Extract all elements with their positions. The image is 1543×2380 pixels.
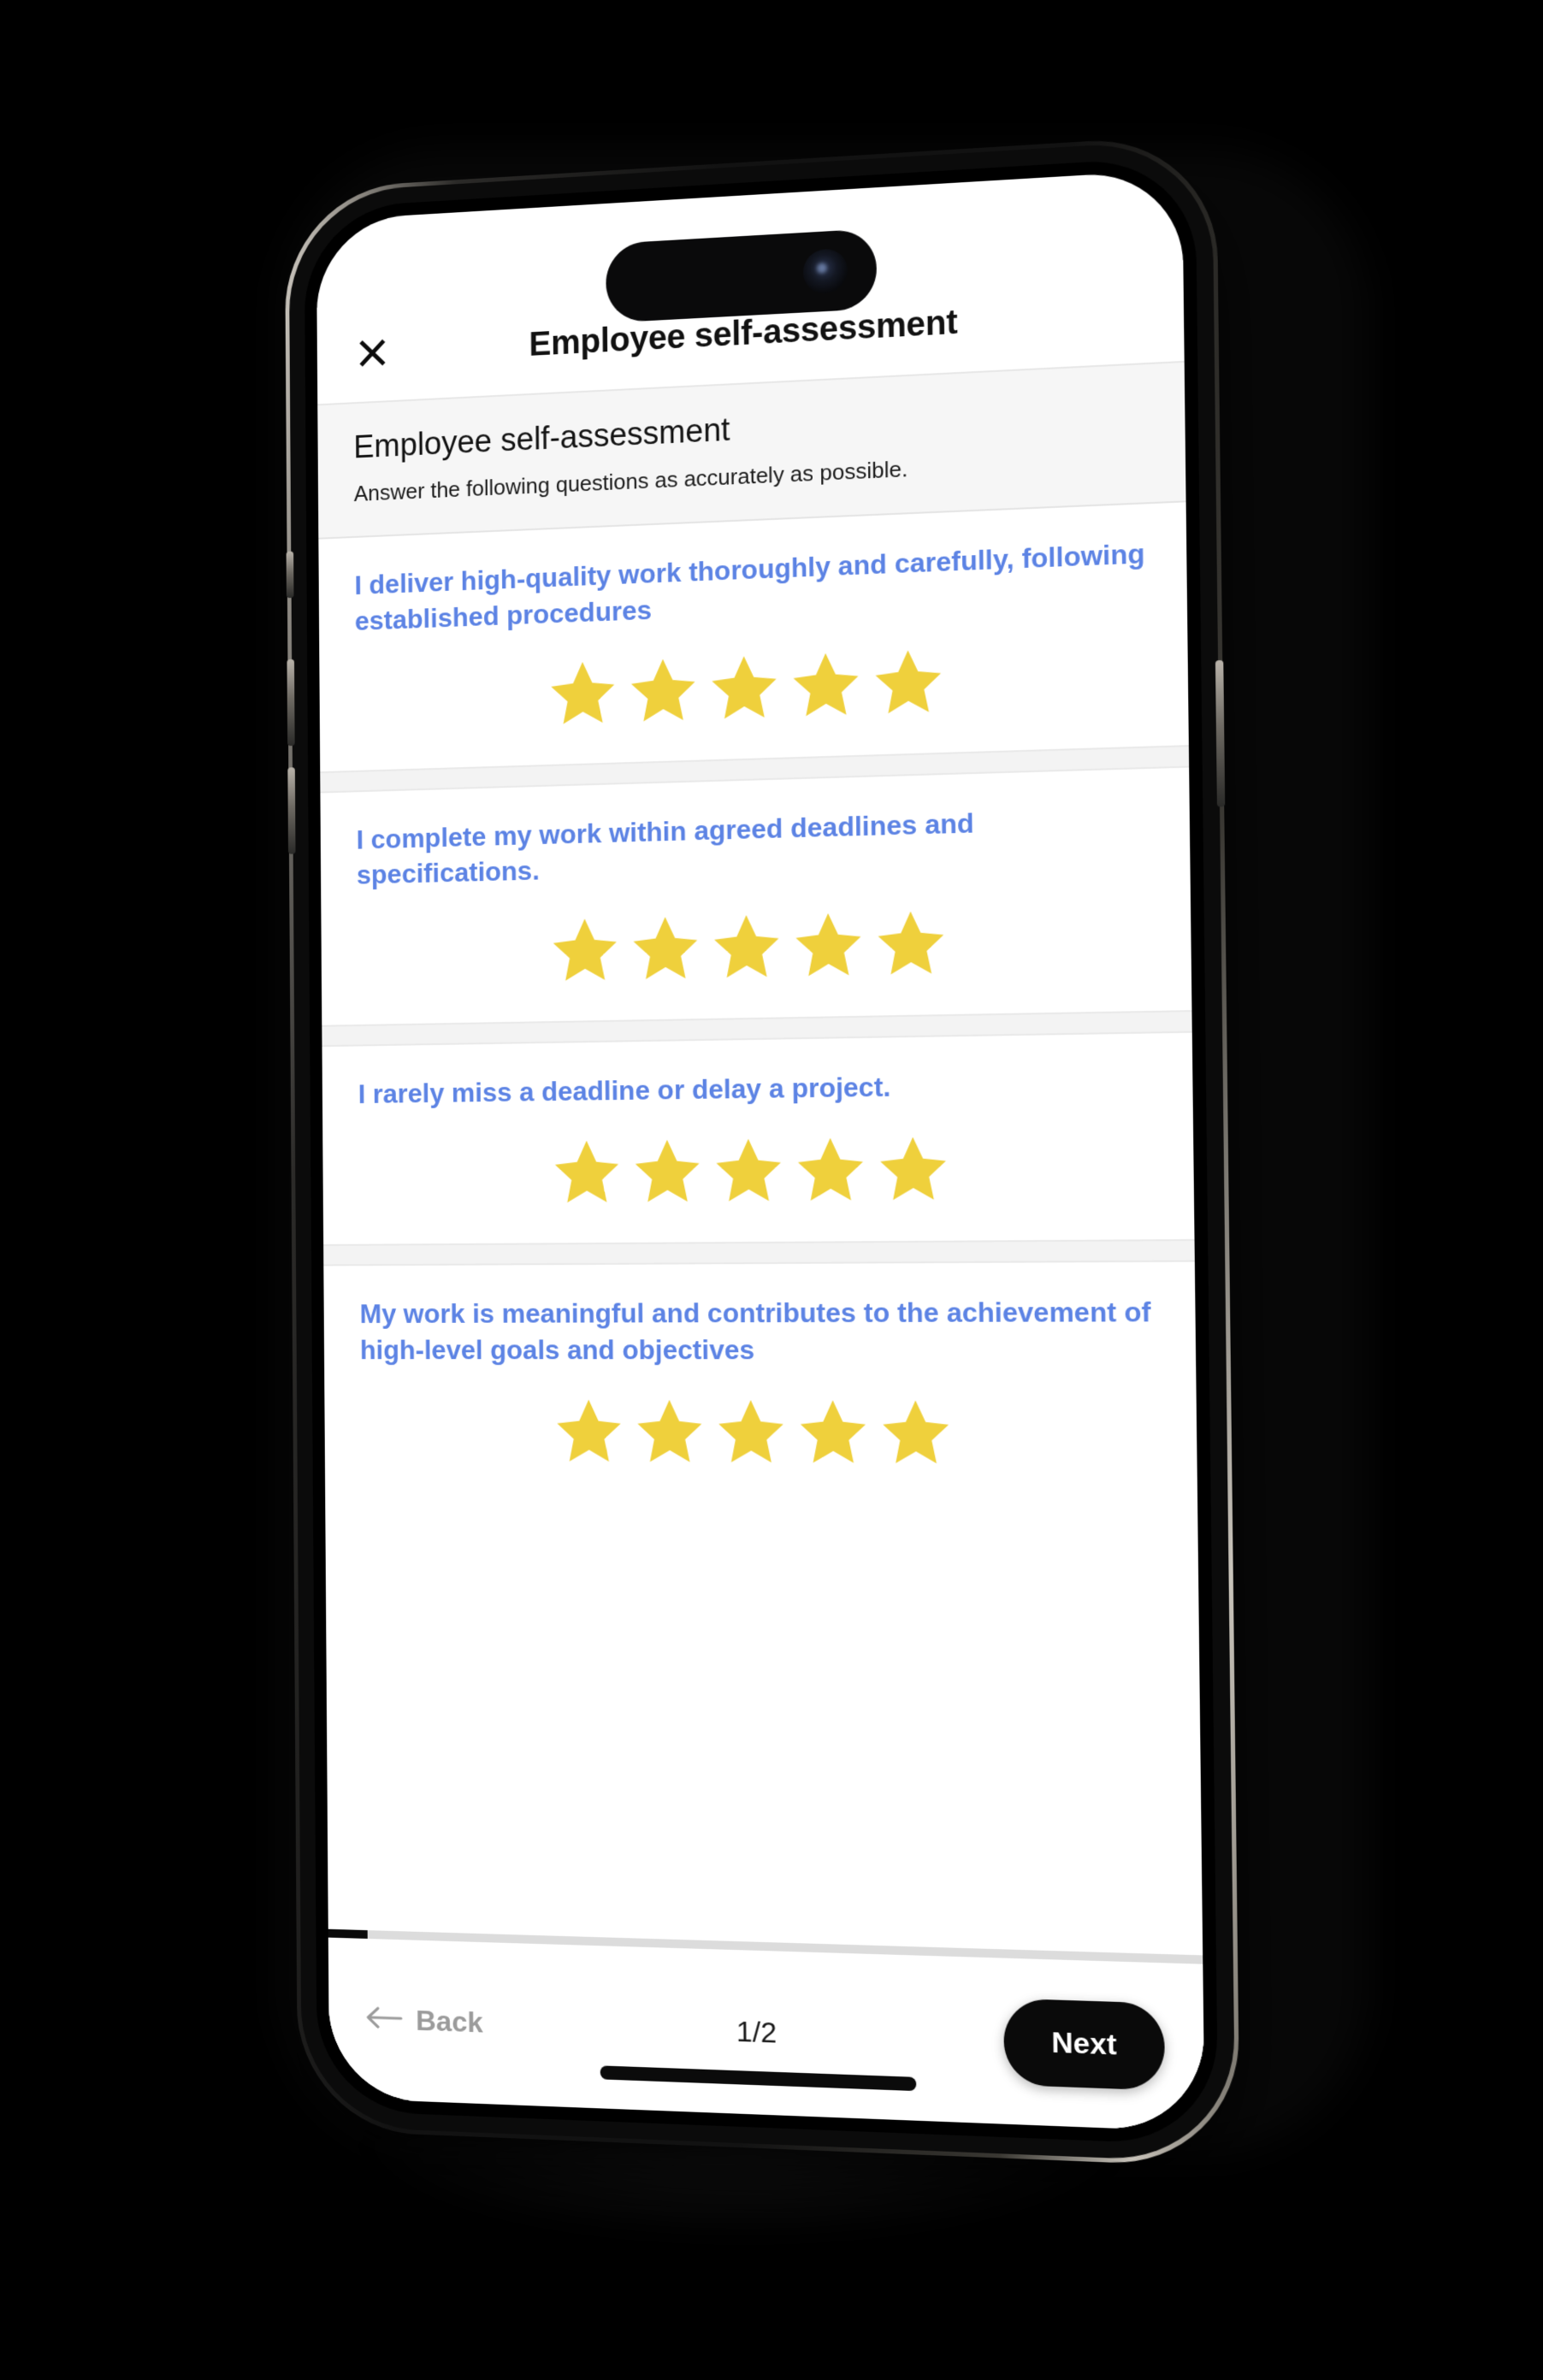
question-text: I deliver high-quality work thoroughly a… (354, 538, 1145, 636)
action-button[interactable] (286, 551, 294, 599)
phone-screen: Employee self-assessment Employee self-a… (316, 168, 1205, 2132)
camera-lens-icon (802, 247, 848, 295)
arrow-left-icon (364, 2003, 402, 2035)
power-button[interactable] (1215, 659, 1226, 807)
star-icon[interactable] (876, 1132, 951, 1208)
question-item: I complete my work within agreed deadlin… (320, 767, 1192, 1025)
device-bezel: Employee self-assessment Employee self-a… (304, 155, 1219, 2146)
screenshot-scene: Employee self-assessment Employee self-a… (0, 0, 1543, 2380)
question-item: My work is meaningful and contributes to… (323, 1262, 1198, 1507)
star-icon[interactable] (633, 1395, 706, 1468)
question-text: I complete my work within agreed deadlin… (356, 807, 975, 890)
star-icon[interactable] (549, 913, 622, 988)
volume-up-button[interactable] (287, 658, 295, 747)
star-icon[interactable] (710, 910, 783, 985)
question-text: My work is meaningful and contributes to… (359, 1296, 1151, 1365)
star-icon[interactable] (551, 1136, 624, 1209)
star-icon[interactable] (878, 1396, 954, 1470)
phone-device: Employee self-assessment Employee self-a… (284, 133, 1240, 2168)
question-item: I rarely miss a deadline or delay a proj… (322, 1032, 1195, 1245)
dynamic-island (606, 228, 878, 323)
footer-nav: Back 1/2 Next (328, 1937, 1205, 2132)
star-icon[interactable] (547, 656, 619, 731)
star-icon[interactable] (712, 1134, 785, 1208)
close-icon[interactable] (350, 328, 396, 377)
star-icon[interactable] (795, 1395, 870, 1469)
star-icon[interactable] (627, 653, 700, 728)
questions-list: I deliver high-quality work thoroughly a… (318, 502, 1203, 1956)
volume-down-button[interactable] (287, 767, 296, 854)
question-item: I deliver high-quality work thoroughly a… (318, 502, 1189, 771)
star-icon[interactable] (631, 1135, 704, 1208)
star-icon[interactable] (789, 647, 863, 723)
back-button-label: Back (416, 2004, 483, 2039)
star-icon[interactable] (553, 1395, 625, 1468)
star-icon[interactable] (707, 650, 781, 725)
star-rating[interactable] (358, 1118, 1156, 1230)
star-icon[interactable] (794, 1133, 868, 1208)
star-rating[interactable] (355, 624, 1150, 755)
next-button[interactable]: Next (1003, 1998, 1166, 2091)
star-rating[interactable] (360, 1383, 1158, 1491)
back-button[interactable]: Back (364, 2002, 483, 2039)
star-icon[interactable] (873, 906, 949, 981)
star-icon[interactable] (791, 907, 866, 983)
question-text: I rarely miss a deadline or delay a proj… (358, 1071, 891, 1110)
star-icon[interactable] (714, 1395, 788, 1469)
star-icon[interactable] (629, 912, 701, 986)
star-icon[interactable] (871, 644, 946, 720)
app-container: Employee self-assessment Employee self-a… (316, 260, 1205, 2132)
star-rating[interactable] (357, 889, 1152, 1010)
